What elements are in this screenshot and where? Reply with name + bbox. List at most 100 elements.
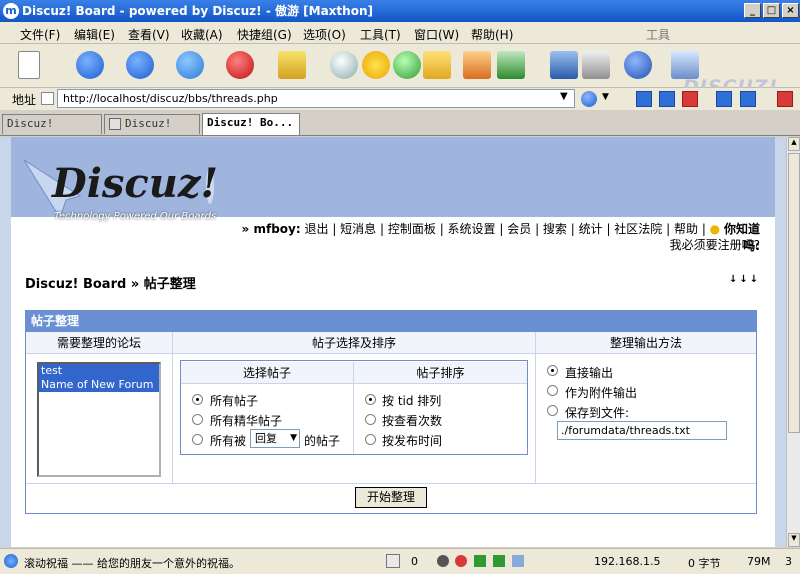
forward-icon[interactable] — [126, 51, 154, 79]
close-all-icon[interactable] — [777, 91, 793, 107]
home-icon[interactable] — [463, 51, 491, 79]
url-input[interactable]: http://localhost/discuz/bbs/threads.php — [57, 89, 575, 108]
scroll-down-icon[interactable]: ▼ — [788, 533, 800, 547]
radio-output-file[interactable] — [547, 405, 558, 416]
scroll-up-icon[interactable]: ▲ — [788, 137, 800, 151]
label-output-attachment: 作为附件输出 — [565, 386, 638, 400]
favorites-star-icon[interactable] — [362, 51, 390, 79]
link-members[interactable]: 会员 — [507, 222, 531, 236]
link-messages[interactable]: 短消息 — [340, 222, 376, 236]
tip-text[interactable]: 我必须要注册吗? — [560, 236, 760, 252]
search-icon[interactable] — [330, 51, 358, 79]
label-digest-threads: 所有精华帖子 — [210, 414, 283, 428]
link-court[interactable]: 社区法院 — [614, 222, 662, 236]
forum-listbox[interactable]: test Name of New Forum — [37, 362, 161, 477]
window-title-bar[interactable]: m Discuz! Board - powered by Discuz! - 傲… — [0, 0, 800, 22]
status-memory: 79M — [747, 555, 771, 568]
menu-options[interactable]: 选项(O) — [303, 26, 346, 43]
menu-edit[interactable]: 编辑(E) — [74, 26, 115, 43]
radio-digest-threads[interactable] — [192, 414, 203, 425]
tab-2[interactable]: Discuz! B... — [104, 114, 200, 148]
close-button[interactable]: × — [782, 3, 799, 18]
close-tab-icon[interactable] — [682, 91, 698, 107]
status-count: 0 — [411, 555, 418, 568]
breadcrumb-root[interactable]: Discuz! Board — [25, 277, 126, 292]
stop-icon[interactable] — [226, 51, 254, 79]
go-icon[interactable] — [581, 91, 597, 107]
radio-output-attachment[interactable] — [547, 385, 558, 396]
new-page-icon[interactable] — [18, 51, 40, 79]
status-number: 3 — [785, 555, 792, 568]
menu-groups[interactable]: 快捷组(G) — [237, 26, 292, 43]
radio-all-threads[interactable] — [192, 394, 203, 405]
undo-icon[interactable] — [624, 51, 652, 79]
tab-3[interactable]: Discuz! Bo... — [202, 113, 300, 135]
logo-tagline: Technology Powered Our Boards — [54, 211, 217, 222]
go-dropdown-icon[interactable]: ▼ — [602, 92, 609, 102]
add-icon[interactable] — [474, 555, 486, 567]
menu-help[interactable]: 帮助(H) — [471, 26, 513, 43]
back-icon[interactable] — [76, 51, 104, 79]
link-control-panel[interactable]: 控制面板 — [388, 222, 436, 236]
next-tab-icon[interactable] — [659, 91, 675, 107]
folder-icon[interactable] — [423, 51, 451, 79]
block-icon[interactable] — [437, 555, 449, 567]
save-icon[interactable] — [550, 51, 578, 79]
radio-output-direct[interactable] — [547, 365, 558, 376]
tab-1[interactable]: Discuz! Boar... — [2, 114, 102, 148]
media-icon[interactable] — [512, 555, 524, 567]
file-path-input[interactable]: ./forumdata/threads.txt — [557, 421, 727, 440]
link-help[interactable]: 帮助 — [674, 222, 698, 236]
menu-favorites[interactable]: 收藏(A) — [181, 26, 223, 43]
jump-arrows-icon[interactable]: ↓↓↓ — [729, 274, 760, 285]
link-settings[interactable]: 系统设置 — [448, 222, 496, 236]
link-logout[interactable]: 退出 — [304, 222, 328, 236]
reply-type-select[interactable]: 回复 ▼ — [250, 429, 300, 448]
tab-list-icon[interactable] — [716, 91, 732, 107]
start-button[interactable]: 开始整理 — [355, 487, 427, 508]
status-text: 滚动祝福 —— 给您的朋友一个意外的祝福。 — [24, 557, 240, 570]
address-dropdown-icon[interactable]: ▼ — [560, 91, 568, 102]
go-up-icon[interactable] — [278, 51, 306, 79]
tab-page-icon — [109, 118, 121, 130]
link-stats[interactable]: 统计 — [579, 222, 603, 236]
link-search[interactable]: 搜索 — [543, 222, 567, 236]
vertical-scrollbar[interactable]: ▲ ▼ — [786, 137, 800, 547]
user-links: » mfboy: 退出 | 短消息 | 控制面板 | 系统设置 | 会员 | 搜… — [241, 222, 760, 253]
username[interactable]: » mfboy: — [242, 222, 301, 236]
prev-tab-icon[interactable] — [636, 91, 652, 107]
popup-block-icon[interactable] — [455, 555, 467, 567]
download-icon[interactable] — [497, 51, 525, 79]
label-sort-views: 按查看次数 — [382, 414, 443, 428]
divider — [535, 332, 536, 484]
menu-tools[interactable]: 工具(T) — [360, 26, 401, 43]
window-title: Discuz! Board - powered by Discuz! - 傲游 … — [22, 4, 373, 18]
history-icon[interactable] — [393, 51, 421, 79]
menu-file[interactable]: 文件(F) — [20, 26, 60, 43]
restore-tab-icon[interactable] — [740, 91, 756, 107]
minimize-button[interactable]: _ — [744, 3, 761, 18]
discuz-logo[interactable]: Discuz! Technology Powered Our Boards — [20, 152, 230, 232]
radio-sort-date[interactable] — [365, 434, 376, 445]
recycle-icon[interactable] — [386, 554, 400, 568]
menu-view[interactable]: 查看(V) — [128, 26, 170, 43]
breadcrumb-sep: » — [130, 277, 140, 292]
refresh-icon[interactable] — [176, 51, 204, 79]
print-icon[interactable] — [582, 51, 610, 79]
radio-sort-tid[interactable] — [365, 394, 376, 405]
forum-option-test[interactable]: test — [39, 364, 159, 378]
maxthon-icon: m — [3, 3, 19, 19]
label-sort-tid: 按 tid 排列 — [382, 394, 442, 408]
scroll-thumb[interactable] — [788, 153, 800, 433]
page-icon — [41, 92, 54, 105]
menu-window[interactable]: 窗口(W) — [414, 26, 459, 43]
toolbar: DISCUZ! — [0, 44, 800, 98]
status-bar: 滚动祝福 —— 给您的朋友一个意外的祝福。 0 192.168.1.5 0 字节… — [0, 548, 800, 574]
forum-option-new[interactable]: Name of New Forum — [39, 378, 159, 392]
radio-sort-views[interactable] — [365, 414, 376, 425]
radio-replied-threads[interactable] — [192, 434, 203, 445]
script-icon[interactable] — [493, 555, 505, 567]
address-bar: 地址 http://localhost/discuz/bbs/threads.p… — [0, 88, 800, 110]
maximize-button[interactable]: □ — [763, 3, 780, 18]
menu-bar: 文件(F) 编辑(E) 查看(V) 收藏(A) 快捷组(G) 选项(O) 工具(… — [0, 22, 800, 44]
